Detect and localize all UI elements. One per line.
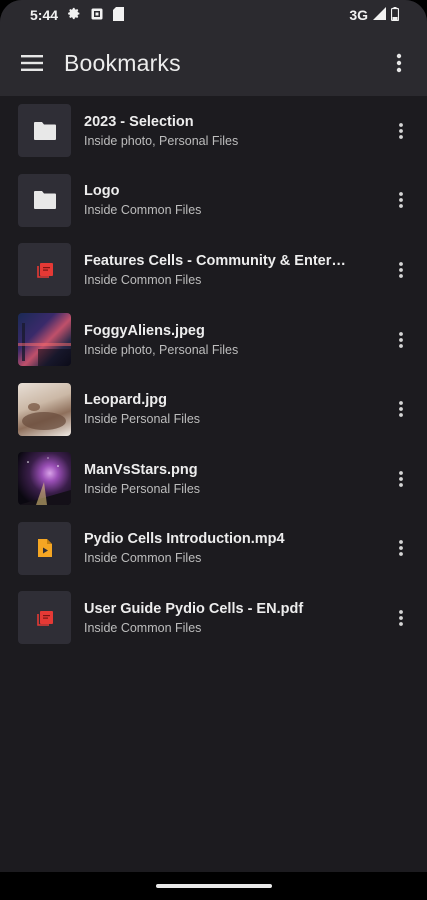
bookmark-title: 2023 - Selection — [84, 113, 194, 130]
more-vert-icon[interactable] — [389, 188, 413, 212]
more-vert-icon[interactable] — [389, 328, 413, 352]
notification-icon — [91, 7, 103, 23]
bookmark-title: FoggyAliens.jpeg — [84, 322, 205, 339]
folder-icon — [18, 104, 71, 158]
more-vert-icon[interactable] — [387, 51, 411, 75]
bookmark-item[interactable]: Pydio Cells Introduction.mp4 Inside Comm… — [0, 514, 427, 584]
bookmark-item[interactable]: User Guide Pydio Cells - EN.pdf Inside C… — [0, 583, 427, 653]
more-vert-icon[interactable] — [389, 536, 413, 560]
more-vert-icon[interactable] — [389, 119, 413, 143]
image-thumbnail — [18, 313, 71, 367]
bookmark-title: Logo — [84, 183, 120, 200]
bookmark-list: 2023 - Selection Inside photo, Personal … — [0, 96, 427, 653]
bookmark-location: Inside Personal Files — [84, 412, 201, 427]
bookmark-item[interactable]: 2023 - Selection Inside photo, Personal … — [0, 96, 427, 166]
bookmark-location: Inside Personal Files — [84, 481, 201, 496]
bookmark-location: Inside Common Files — [84, 203, 202, 218]
status-time: 5:44 — [30, 7, 59, 23]
pdf-icon — [18, 243, 71, 297]
more-vert-icon[interactable] — [389, 397, 413, 421]
battery-icon — [390, 6, 400, 24]
signal-icon — [373, 7, 386, 23]
app-screen: 5:44 3G Bookmarks 2023 - Selection Insid… — [0, 0, 427, 900]
bookmark-location: Inside photo, Personal Files — [84, 133, 239, 148]
bookmark-title: Pydio Cells Introduction.mp4 — [84, 531, 285, 548]
image-thumbnail — [18, 452, 71, 506]
bookmark-location: Inside photo, Personal Files — [84, 342, 239, 357]
app-bar: Bookmarks — [0, 30, 427, 96]
more-vert-icon[interactable] — [389, 258, 413, 282]
bookmark-title: Features Cells - Community & Enter… — [84, 252, 346, 269]
bookmark-location: Inside Common Files — [84, 272, 202, 287]
pdf-icon — [18, 591, 71, 645]
folder-icon — [18, 173, 71, 227]
status-bar: 5:44 3G — [0, 0, 427, 30]
more-vert-icon[interactable] — [389, 606, 413, 630]
bookmark-title: Leopard.jpg — [84, 392, 167, 409]
bookmark-item[interactable]: Features Cells - Community & Enter… Insi… — [0, 235, 427, 305]
bookmark-item[interactable]: Logo Inside Common Files — [0, 166, 427, 236]
hamburger-menu-icon[interactable] — [20, 51, 44, 75]
bookmark-location: Inside Common Files — [84, 551, 202, 566]
video-file-icon — [18, 521, 71, 575]
bookmark-item[interactable]: FoggyAliens.jpeg Inside photo, Personal … — [0, 305, 427, 375]
network-type: 3G — [349, 7, 368, 23]
system-navigation-bar — [0, 872, 427, 900]
bookmark-title: ManVsStars.png — [84, 461, 198, 478]
settings-icon — [68, 7, 81, 23]
more-vert-icon[interactable] — [389, 467, 413, 491]
bookmark-title: User Guide Pydio Cells - EN.pdf — [84, 600, 304, 617]
bookmark-location: Inside Common Files — [84, 620, 202, 635]
home-gesture-handle[interactable] — [156, 884, 272, 888]
bookmark-item[interactable]: Leopard.jpg Inside Personal Files — [0, 374, 427, 444]
page-title: Bookmarks — [64, 49, 181, 76]
image-thumbnail — [18, 382, 71, 436]
bookmark-item[interactable]: ManVsStars.png Inside Personal Files — [0, 444, 427, 514]
sim-card-icon — [113, 6, 125, 24]
